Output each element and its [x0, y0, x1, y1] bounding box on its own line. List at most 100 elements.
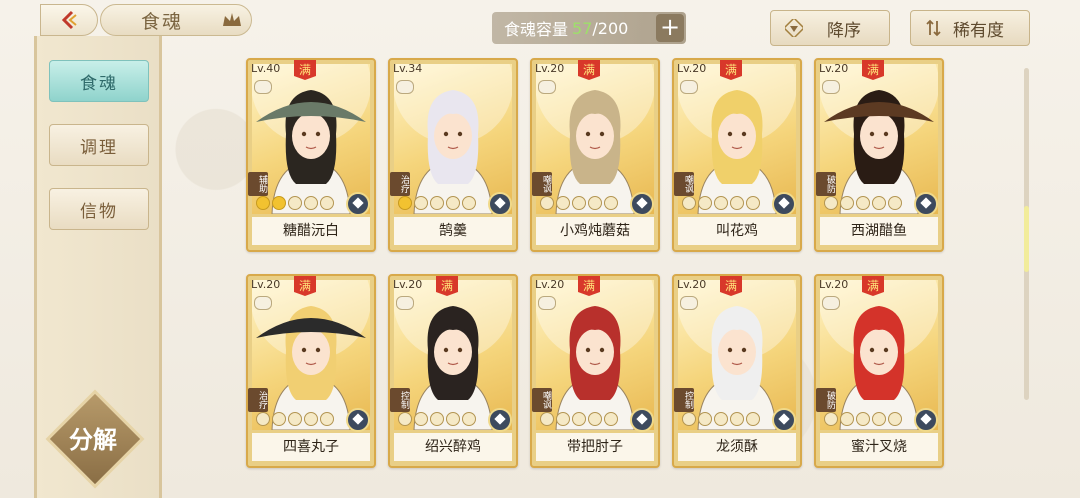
- star-icon: [304, 196, 318, 210]
- max-level-badge: 满: [720, 276, 742, 296]
- foodsoul-card[interactable]: Lv.20 满 破防 蜜汁叉烧: [814, 274, 944, 468]
- max-level-badge: 满: [436, 276, 458, 296]
- rarity-emblem-icon: [488, 408, 512, 432]
- sort-order-button[interactable]: 降序: [770, 10, 890, 46]
- triangle-down-icon: [785, 19, 803, 37]
- crown-icon[interactable]: [221, 10, 243, 30]
- capacity-label: 食魂容量: [504, 20, 569, 39]
- level-label: Lv.20: [393, 278, 423, 291]
- capacity-max: /200: [592, 18, 629, 38]
- bond-icon: [680, 296, 698, 310]
- star-icon: [746, 196, 760, 210]
- bond-icon: [538, 80, 556, 94]
- foodsoul-card[interactable]: Lv.20 满 控制 绍兴醉鸡: [388, 274, 518, 468]
- star-icon: [604, 412, 618, 426]
- level-label: Lv.20: [535, 278, 565, 291]
- role-tag: 嘲讽: [532, 172, 552, 196]
- rarity-emblem-icon: [488, 192, 512, 216]
- sidebar-item-token[interactable]: 信物: [49, 188, 149, 230]
- swap-icon: [926, 19, 941, 37]
- bond-icon: [396, 80, 414, 94]
- foodsoul-card[interactable]: Lv.20 满 破防 西湖醋鱼: [814, 58, 944, 252]
- star-icon: [256, 412, 270, 426]
- sort-by-button[interactable]: 稀有度: [910, 10, 1030, 46]
- capacity-display: 食魂容量 57 /200 +: [492, 12, 686, 44]
- star-icon: [698, 412, 712, 426]
- role-tag: 控制: [390, 388, 410, 412]
- star-rating: [398, 196, 476, 210]
- max-level-badge: 满: [294, 60, 316, 80]
- character-name: 蜜汁叉烧: [820, 433, 938, 461]
- star-icon: [414, 412, 428, 426]
- foodsoul-card[interactable]: Lv.20 满 嘲讽 小鸡炖蘑菇: [530, 58, 660, 252]
- level-label: Lv.20: [819, 62, 849, 75]
- back-arrow-icon: [61, 10, 77, 30]
- decompose-button[interactable]: 分解: [45, 389, 145, 489]
- foodsoul-card[interactable]: Lv.20 满 治疗 四喜丸子: [246, 274, 376, 468]
- character-name: 小鸡炖蘑菇: [536, 217, 654, 245]
- star-icon: [588, 196, 602, 210]
- scrollbar-thumb[interactable]: [1024, 206, 1029, 272]
- star-icon: [462, 412, 476, 426]
- star-icon: [588, 412, 602, 426]
- star-icon: [556, 412, 570, 426]
- character-name: 叫花鸡: [678, 217, 796, 245]
- back-button[interactable]: [40, 4, 98, 36]
- foodsoul-card[interactable]: Lv.20 满 嘲讽 叫花鸡: [672, 58, 802, 252]
- rarity-emblem-icon: [914, 192, 938, 216]
- star-icon: [824, 412, 838, 426]
- role-tag: 辅助: [248, 172, 268, 196]
- star-icon: [272, 196, 286, 210]
- star-icon: [682, 412, 696, 426]
- page-title-tab: 食魂: [100, 4, 252, 36]
- star-icon: [414, 196, 428, 210]
- star-icon: [888, 412, 902, 426]
- max-level-badge: 满: [294, 276, 316, 296]
- foodsoul-card[interactable]: Lv.34 治疗 鹄羹: [388, 58, 518, 252]
- sidebar-item-foodsoul[interactable]: 食魂: [49, 60, 149, 102]
- star-rating: [256, 196, 334, 210]
- max-level-badge: 满: [578, 60, 600, 80]
- star-icon: [540, 412, 554, 426]
- star-rating: [540, 412, 618, 426]
- bond-icon: [680, 80, 698, 94]
- rarity-emblem-icon: [772, 192, 796, 216]
- star-icon: [746, 412, 760, 426]
- star-icon: [430, 412, 444, 426]
- character-name: 带把肘子: [536, 433, 654, 461]
- role-tag: 治疗: [248, 388, 268, 412]
- sidebar-item-conditioning[interactable]: 调理: [49, 124, 149, 166]
- role-tag: 破防: [816, 388, 836, 412]
- star-icon: [398, 196, 412, 210]
- max-level-badge: 满: [720, 60, 742, 80]
- star-icon: [320, 412, 334, 426]
- star-icon: [840, 196, 854, 210]
- star-icon: [824, 196, 838, 210]
- star-icon: [320, 196, 334, 210]
- add-capacity-button[interactable]: +: [656, 14, 684, 42]
- sort-by-label: 稀有度: [953, 20, 1004, 41]
- max-level-badge: 满: [862, 276, 884, 296]
- character-name: 鹄羹: [394, 217, 512, 245]
- role-tag: 破防: [816, 172, 836, 196]
- star-icon: [288, 412, 302, 426]
- star-icon: [872, 196, 886, 210]
- bond-icon: [822, 80, 840, 94]
- star-icon: [288, 196, 302, 210]
- star-rating: [824, 412, 902, 426]
- level-label: Lv.34: [393, 62, 423, 75]
- star-icon: [446, 196, 460, 210]
- bond-icon: [254, 296, 272, 310]
- star-icon: [872, 412, 886, 426]
- foodsoul-card[interactable]: Lv.40 满 辅助 糖醋沅白: [246, 58, 376, 252]
- level-label: Lv.20: [677, 62, 707, 75]
- level-label: Lv.20: [535, 62, 565, 75]
- character-name: 绍兴醉鸡: [394, 433, 512, 461]
- level-label: Lv.40: [251, 62, 281, 75]
- star-rating: [540, 196, 618, 210]
- foodsoul-card[interactable]: Lv.20 满 控制 龙须酥: [672, 274, 802, 468]
- star-icon: [462, 196, 476, 210]
- foodsoul-card[interactable]: Lv.20 满 嘲讽 带把肘子: [530, 274, 660, 468]
- star-icon: [730, 196, 744, 210]
- star-icon: [556, 196, 570, 210]
